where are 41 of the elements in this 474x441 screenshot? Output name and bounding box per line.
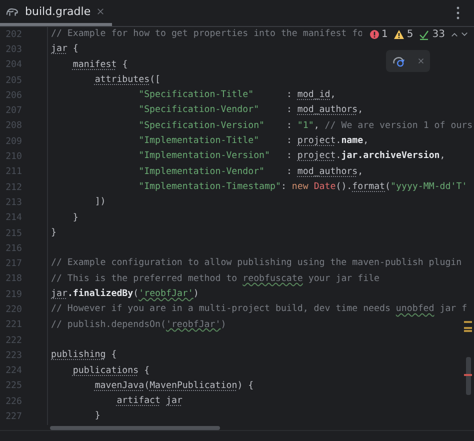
code-line: "Implementation-Vendor" : mod_authors,: [138, 166, 364, 179]
code-line: publications {: [72, 364, 150, 378]
code-line: // publish.dependsOn('reobfJar'): [51, 318, 226, 332]
error-icon: [370, 30, 379, 39]
code-line: "Implementation-Timestamp": new Date().format("yyyy-MM-dd'T': [138, 180, 468, 194]
code-line: publishing {: [51, 349, 117, 362]
passed-count: 33: [432, 29, 445, 40]
more-options-icon[interactable]: [456, 6, 460, 20]
code-line: jar {: [51, 43, 78, 56]
code-line: }: [94, 410, 100, 424]
horizontal-scrollbar[interactable]: [50, 426, 220, 430]
code-line: }: [72, 212, 78, 225]
code-line: manifest {: [72, 58, 128, 72]
editor-tab[interactable]: build.gradle: [0, 0, 112, 26]
code-line: "Specification-Version" : "1", // We are version 1 of ours: [138, 120, 473, 133]
error-count: 1: [382, 29, 388, 40]
code-line: artifact jar: [116, 395, 182, 408]
chevron-down-icon[interactable]: [461, 32, 468, 37]
code-line: jar.finalizedBy('reobfJar'): [51, 288, 199, 302]
close-icon[interactable]: [418, 58, 424, 64]
code-line: mavenJava(MavenPublication) {: [94, 380, 254, 393]
elephant-icon: [6, 6, 19, 16]
tab-label: build.gradle: [25, 5, 91, 18]
warning-count: 5: [406, 29, 414, 40]
code-line: // Example configuration to allow publishing using the maven-publish plugin: [51, 257, 462, 270]
vertical-scrollbar[interactable]: [466, 357, 471, 395]
code-line: "Specification-Title" : mod_id,: [138, 89, 336, 102]
code-line: attributes([: [94, 74, 161, 87]
code-line: "Implementation-Title" : project.name,: [138, 135, 369, 148]
check-icon: [419, 30, 430, 40]
warning-icon: [394, 30, 404, 39]
code-line: }: [51, 226, 56, 240]
code-line: ]): [94, 196, 106, 210]
code-line: "Specification-Vendor" : mod_authors,: [138, 104, 364, 118]
close-icon[interactable]: [96, 8, 104, 15]
error-stripe-mark: [464, 374, 472, 376]
refresh-icon[interactable]: [392, 56, 406, 66]
code-line: "Implementation-Version" : project.jar.archiveVersion,: [138, 150, 446, 164]
chevron-up-icon[interactable]: [451, 32, 458, 37]
code-line: // This is the preferred method to reobfuscate your jar file: [51, 272, 380, 286]
code-line: // However if you are in a multi-project build, dev time needs unobfed jar f: [51, 303, 468, 316]
